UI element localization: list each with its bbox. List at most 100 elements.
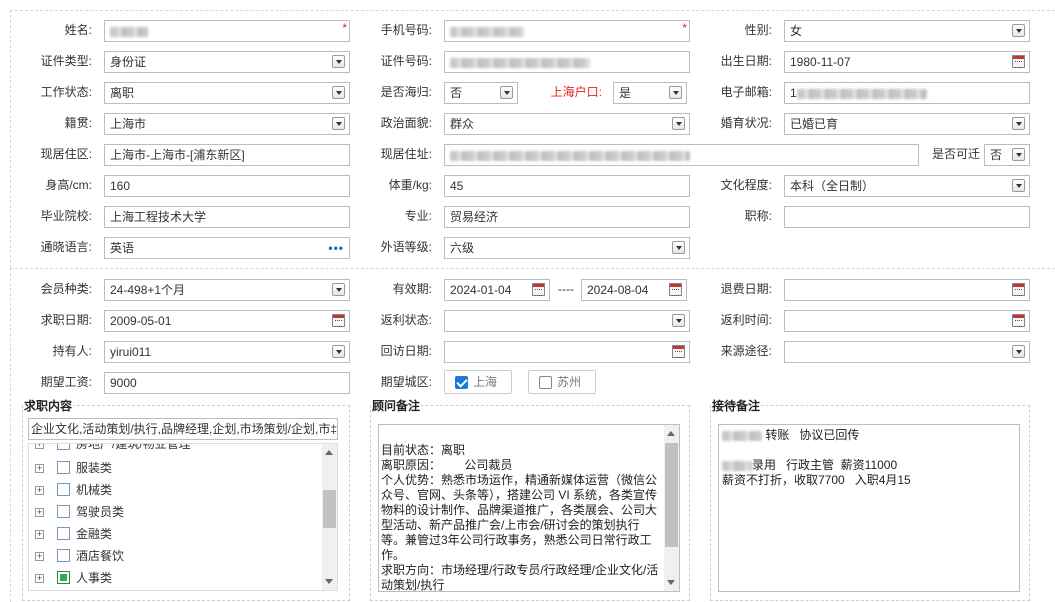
calendar-icon[interactable] [1012,283,1025,296]
chevron-down-icon[interactable] [1012,179,1025,192]
birth-date-input[interactable]: 1980-11-07 [784,51,1030,73]
checkbox-icon[interactable] [57,527,70,540]
phone-label: 手机号码: [380,23,432,37]
title-input[interactable] [784,206,1030,228]
reception-notes-textarea[interactable]: 转账 协议已回传 录用 行政主管 薪资11000 薪资不打折，收取7700 入职… [718,424,1020,592]
checkbox-partial-icon[interactable] [57,571,70,584]
id-number-input[interactable] [444,51,690,73]
work-status-select[interactable]: 离职 [104,82,350,104]
calendar-icon[interactable] [332,314,345,327]
reception-notes-line-3: 薪资不打折，收取7700 入职4月15 [722,473,911,487]
checkbox-checked-icon[interactable] [455,376,468,389]
member-type-select[interactable]: 24-498+1个月 [104,279,350,301]
expand-icon[interactable]: + [35,508,44,517]
rebate-status-select[interactable] [444,310,690,332]
address-input[interactable] [444,144,919,166]
height-input[interactable]: 160 [104,175,350,197]
valid-from-input[interactable]: 2024-01-04 [444,279,550,301]
job-content-summary[interactable]: 企业文化,活动策划/执行,品牌经理,企划,市场策划/企划,市‡ [28,418,338,440]
scroll-down-icon[interactable] [667,580,675,585]
checkbox-icon[interactable] [57,549,70,562]
scroll-down-icon[interactable] [325,579,333,584]
city-option-shanghai[interactable]: 上海 [444,370,512,394]
chevron-down-icon[interactable] [332,283,345,296]
scroll-up-icon[interactable] [325,450,333,455]
revisit-date-input[interactable] [444,341,690,363]
expand-icon[interactable]: + [35,486,44,495]
checkbox-icon[interactable] [57,461,70,474]
city-label: 期望城区: [380,375,432,389]
valid-period-label: 有效期: [392,282,432,296]
sh-hukou-label: 上海户口: [550,85,602,99]
scroll-thumb[interactable] [665,443,678,547]
weight-input[interactable]: 45 [444,175,690,197]
id-type-select[interactable]: 身份证 [104,51,350,73]
expand-icon[interactable]: + [35,552,44,561]
expand-icon[interactable]: + [35,444,44,449]
scroll-thumb[interactable] [323,490,336,528]
tree-scrollbar[interactable] [322,444,337,590]
holder-select[interactable]: yirui011 [104,341,350,363]
school-input[interactable]: 上海工程技术大学 [104,206,350,228]
chevron-down-icon[interactable] [332,117,345,130]
relocate-select[interactable]: 否 [984,144,1030,166]
calendar-icon[interactable] [1012,314,1025,327]
chevron-down-icon[interactable] [332,55,345,68]
city-option-suzhou[interactable]: 苏州 [528,370,596,394]
checkbox-icon[interactable] [57,444,70,450]
title-label: 职称: [744,209,772,223]
address-label: 现居住址: [380,147,432,161]
phone-input[interactable]: * [444,20,690,42]
chevron-down-icon[interactable] [1012,117,1025,130]
education-select[interactable]: 本科（全日制） [784,175,1030,197]
chevron-down-icon[interactable] [672,117,685,130]
source-label: 来源途径: [720,344,772,358]
calendar-icon[interactable] [669,283,682,296]
language-level-select[interactable]: 六级 [444,237,690,259]
calendar-icon[interactable] [1012,55,1025,68]
checkbox-icon[interactable] [57,505,70,518]
expand-icon[interactable]: + [35,464,44,473]
chevron-down-icon[interactable] [1012,24,1025,37]
name-input[interactable]: * [104,20,350,42]
reception-notes-legend: 接待备注 [712,399,761,413]
marital-select[interactable]: 已婚已育 [784,113,1030,135]
advisor-notes-scrollbar[interactable] [664,425,679,591]
expand-icon[interactable]: + [35,574,44,583]
major-input[interactable]: 贸易经济 [444,206,690,228]
expand-icon[interactable]: + [35,530,44,539]
refund-date-input[interactable] [784,279,1030,301]
chevron-down-icon[interactable] [672,314,685,327]
chevron-down-icon[interactable] [1012,345,1025,358]
chevron-down-icon[interactable] [669,86,682,99]
source-select[interactable] [784,341,1030,363]
education-label: 文化程度: [720,178,772,192]
returnee-select[interactable]: 否 [444,82,518,104]
checkbox-icon[interactable] [539,376,552,389]
chevron-down-icon[interactable] [500,86,513,99]
native-place-select[interactable]: 上海市 [104,113,350,135]
job-date-input[interactable]: 2009-05-01 [104,310,350,332]
chevron-down-icon[interactable] [1012,148,1025,161]
valid-to-input[interactable]: 2024-08-04 [581,279,687,301]
politics-select[interactable]: 群众 [444,113,690,135]
advisor-notes-textarea[interactable]: 目前状态：离职 离职原因： 公司裁员 个人优势：熟悉市场运作，精通新媒体运营（微… [378,424,680,592]
calendar-icon[interactable] [672,345,685,358]
gender-select[interactable]: 女 [784,20,1030,42]
advisor-notes-text: 目前状态：离职 离职原因： 公司裁员 个人优势：熟悉市场运作，精通新媒体运营（微… [381,443,659,592]
sh-hukou-select[interactable]: 是 [613,82,687,104]
email-input[interactable]: 1 [784,82,1030,104]
residence-area-input[interactable]: 上海市-上海市-[浦东新区] [104,144,350,166]
language-input[interactable]: 英语 ••• [104,237,350,259]
rebate-time-input[interactable] [784,310,1030,332]
holder-label: 持有人: [52,344,92,358]
salary-input[interactable]: 9000 [104,372,350,394]
calendar-icon[interactable] [532,283,545,296]
checkbox-icon[interactable] [57,483,70,496]
job-category-tree[interactable]: + 房地产/建筑/物业管理 + 服装类 + 机械类 + 驾驶员类 + 金融类 + 酒店餐饮 … [28,443,338,591]
chevron-down-icon[interactable] [332,345,345,358]
scroll-up-icon[interactable] [667,431,675,436]
chevron-down-icon[interactable] [332,86,345,99]
more-icon[interactable]: ••• [328,238,344,258]
chevron-down-icon[interactable] [672,241,685,254]
